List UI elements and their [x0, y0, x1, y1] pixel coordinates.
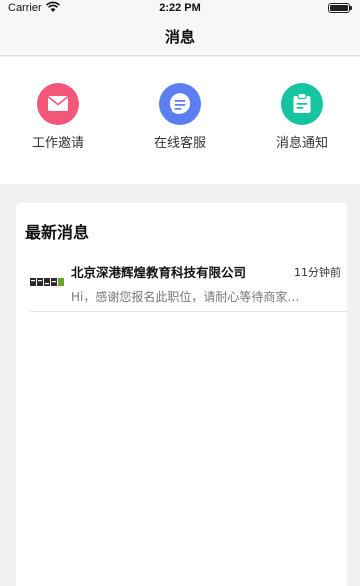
status-time: 2:22 PM	[159, 2, 201, 14]
latest-messages-title: 最新消息	[25, 223, 90, 242]
shortcut-label-job-invitation: 工作邀请	[31, 136, 84, 151]
latest-messages-card: 最新消息 北京深港辉煌教育科技有限公司 11分钟前 Hi，感谢您报名此职位，请耐…	[16, 203, 347, 586]
message-preview: Hi，感谢您报名此职位，请耐心等待商家…	[71, 290, 300, 304]
shortcut-label-online-service: 在线客服	[153, 136, 206, 151]
online-service-shortcut[interactable]: 在线客服	[135, 83, 225, 151]
page-title: 消息	[164, 28, 195, 46]
chat-bubble-icon	[159, 83, 201, 125]
shortcut-label-message-notice: 消息通知	[275, 136, 328, 151]
message-notice-shortcut[interactable]: 消息通知	[257, 83, 347, 151]
battery-icon	[328, 3, 352, 13]
envelope-icon	[37, 83, 79, 125]
message-sender-name: 北京深港辉煌教育科技有限公司	[71, 265, 247, 280]
message-time: 11分钟前	[294, 266, 341, 279]
navigation-bar: 消息	[0, 18, 360, 56]
row-divider	[30, 311, 347, 312]
shortcut-panel: 工作邀请 在线客服 消息通知	[0, 57, 360, 184]
job-invitation-shortcut[interactable]: 工作邀请	[13, 83, 103, 151]
clipboard-icon	[281, 83, 323, 125]
company-logo-icon	[30, 278, 64, 286]
status-bar: Carrier 2:22 PM	[0, 0, 360, 18]
message-list-item[interactable]: 北京深港辉煌教育科技有限公司 11分钟前 Hi，感谢您报名此职位，请耐心等待商家…	[16, 258, 347, 313]
